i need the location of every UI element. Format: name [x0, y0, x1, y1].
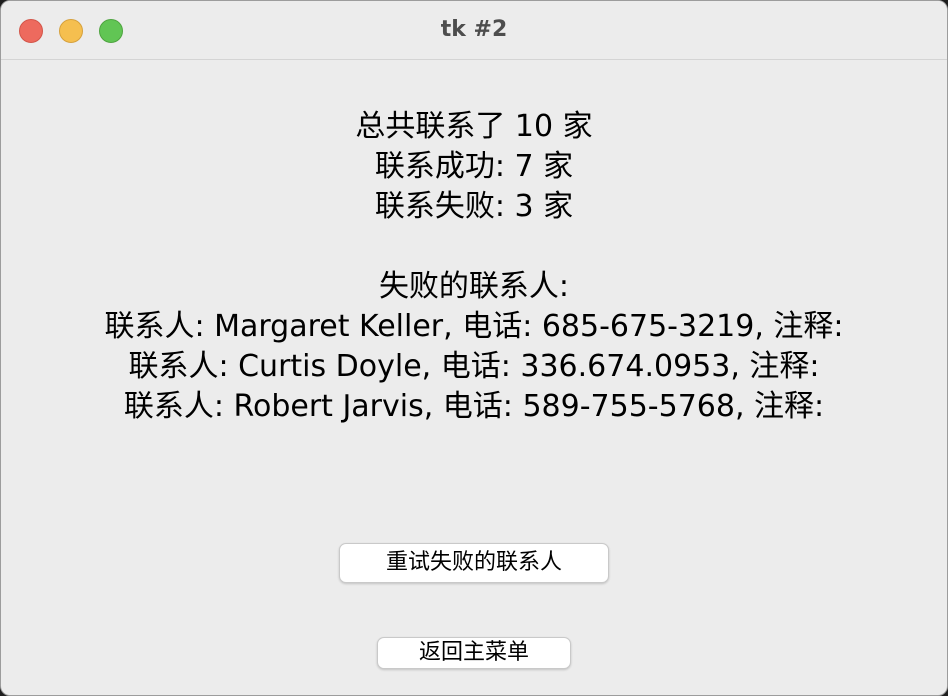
retry-failed-contacts-button[interactable]: 重试失败的联系人: [339, 543, 609, 583]
failed-contact-item: 联系人: Margaret Keller, 电话: 685-675-3219, …: [104, 309, 844, 344]
title-bar[interactable]: tk #2: [1, 1, 947, 60]
failed-contact-item: 联系人: Curtis Doyle, 电话: 336.674.0953, 注释:: [128, 349, 820, 384]
report-text: 总共联系了 10 家 联系成功: 7 家 联系失败: 3 家 失败的联系人: 联…: [1, 107, 947, 427]
failed-count-text: 联系失败: 3 家: [374, 189, 574, 224]
failed-contact-item: 联系人: Robert Jarvis, 电话: 589-755-5768, 注释…: [123, 389, 825, 424]
window-title: tk #2: [440, 17, 508, 42]
failed-contacts-heading: 失败的联系人:: [378, 269, 570, 304]
back-to-main-menu-button[interactable]: 返回主菜单: [377, 637, 571, 669]
total-contacted-text: 总共联系了 10 家: [355, 109, 593, 144]
success-count-text: 联系成功: 7 家: [374, 149, 574, 184]
app-window: tk #2 总共联系了 10 家 联系成功: 7 家 联系失败: 3 家 失败的…: [0, 0, 948, 696]
